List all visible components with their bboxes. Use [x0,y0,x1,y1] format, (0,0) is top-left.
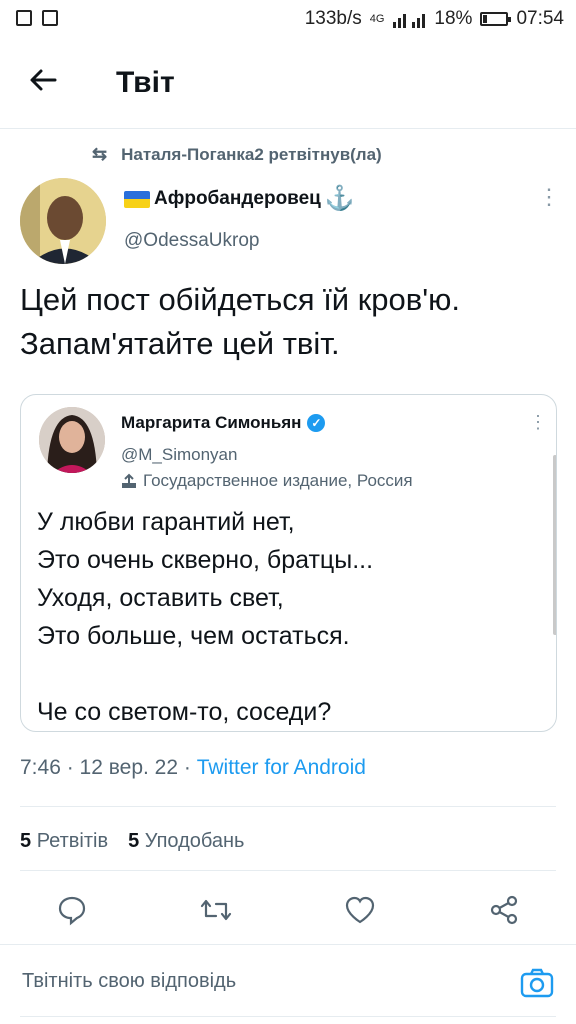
bottom-divider [20,1016,556,1017]
quoted-tweet-card[interactable]: Маргарита Симоньян ✓ ⋮ @M_Simonyan Госуд… [20,394,557,732]
notification-icon [16,10,32,26]
quoted-more-icon[interactable]: ⋮ [529,413,547,431]
more-options-icon[interactable]: ⋮ [538,186,560,208]
network-type: 4G [369,13,385,25]
retweet-icon: ⇆ [92,144,108,164]
anchor-icon: ⚓ [324,185,355,212]
state-media-text: Государственное издание, Россия [143,471,413,490]
likes-label: Уподобань [144,830,245,852]
quoted-author-name: Маргарита Симоньян [121,413,302,432]
tweet-timestamp: 7:46 · 12 вер. 22 · [20,756,197,779]
author-handle[interactable]: @OdessaUkrop [124,230,259,252]
clock: 07:54 [516,8,564,29]
reply-input[interactable]: Твітніть свою відповідь [22,970,236,993]
likes-stat[interactable]: 5 Уподобань [128,830,244,853]
actions-divider [0,944,576,945]
retweet-action-icon[interactable] [196,890,236,930]
quoted-scrollbar[interactable] [553,455,556,635]
image-icon [42,10,58,26]
quoted-name-row: Маргарита Симоньян ✓ [121,413,326,433]
net-speed: 133b/s [304,8,362,29]
tweet-meta: 7:46 · 12 вер. 22 · Twitter for Android [20,756,366,780]
status-bar: 133b/s 4G 18% 07:54 [0,0,576,40]
like-heart-icon[interactable] [340,890,380,930]
retweets-label: Ретвітів [36,830,109,852]
signal-icon [393,14,426,28]
share-icon[interactable] [484,890,524,930]
action-bar [0,880,576,940]
meta-divider [20,806,556,807]
verified-badge-icon: ✓ [307,414,326,432]
state-media-label: Государственное издание, Россия [121,471,413,491]
retweets-count: 5 [20,830,32,852]
state-media-icon [122,473,136,488]
quoted-author-handle: @M_Simonyan [121,445,238,464]
battery-icon [480,12,512,26]
quoted-text: У любви гарантий нет, Это очень скверно,… [37,508,374,726]
tweet-text: Цей пост обійдеться їй кров'ю. Запам'ята… [20,282,461,361]
ukraine-flag-icon [124,190,150,208]
retweeter-text: Наталя-Поганка2 ретвітнув(ла) [121,144,382,164]
likes-count: 5 [128,830,140,852]
author-name: Афробандеровец [154,188,321,209]
author-name-row[interactable]: Афробандеровец ⚓ [124,185,355,212]
retweets-stat[interactable]: 5 Ретвітів [20,830,108,853]
back-arrow-icon[interactable] [28,64,58,104]
quoted-author-avatar[interactable] [39,407,105,473]
tweet-stats: 5 Ретвітів 5 Уподобань [20,830,244,853]
tweet-source-link[interactable]: Twitter for Android [197,756,366,779]
reply-icon[interactable] [52,890,92,930]
header-divider [0,128,576,129]
battery-percent: 18% [434,8,473,29]
page-title: Твіт [116,66,175,99]
camera-icon[interactable] [520,966,554,1000]
retweet-context[interactable]: ⇆ Наталя-Поганка2 ретвітнув(ла) [92,144,382,165]
stats-divider [20,870,556,871]
author-avatar[interactable] [20,178,106,264]
